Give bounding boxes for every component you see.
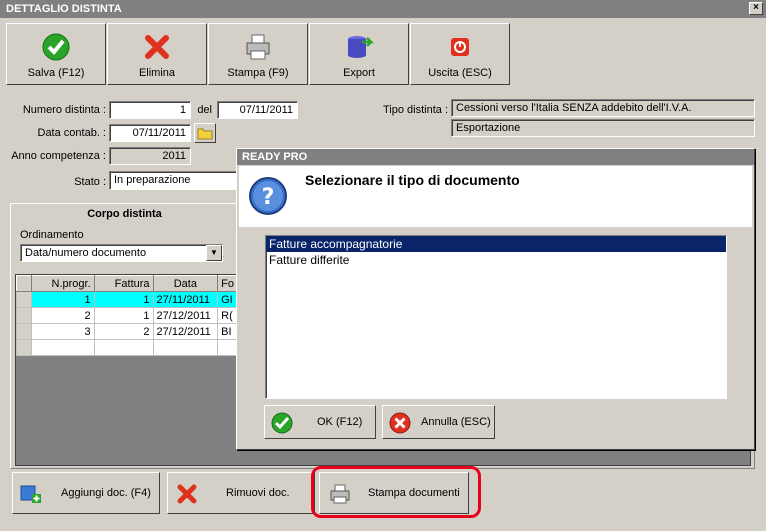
save-label: Salva (F12) xyxy=(27,67,85,79)
exit-button[interactable]: Uscita (ESC) xyxy=(410,23,510,85)
tipo-field-2: Esportazione xyxy=(451,119,755,137)
stato-select[interactable]: In preparazione xyxy=(109,171,239,190)
export-button[interactable]: Export xyxy=(309,23,409,85)
cancel-icon xyxy=(389,412,411,434)
cell-fattura[interactable]: 1 xyxy=(93,307,154,324)
dialog-header: ? Selezionare il tipo di documento xyxy=(239,166,752,227)
tipo-field-1: Cessioni verso l'Italia SENZA addebito d… xyxy=(451,99,755,117)
question-icon: ? xyxy=(249,177,287,215)
data-contab-label: Data contab. : xyxy=(37,127,107,139)
power-icon xyxy=(451,38,469,56)
cell-nprogr[interactable]: 2 xyxy=(30,307,95,324)
add-document-button[interactable]: Aggiungi doc. (F4) xyxy=(12,472,160,514)
anno-field: 2011 xyxy=(109,147,191,165)
table-row[interactable]: 1 1 27/11/2011 GI xyxy=(16,291,238,308)
ordinamento-label: Ordinamento xyxy=(20,229,84,241)
numero-field[interactable]: 1 xyxy=(109,101,191,119)
cell-fo[interactable]: R( xyxy=(217,307,238,324)
chevron-down-icon[interactable]: ▼ xyxy=(206,245,222,261)
printer-icon xyxy=(246,34,270,60)
stato-label: Stato : xyxy=(74,176,106,188)
folder-icon xyxy=(197,128,213,140)
col-data[interactable]: Data xyxy=(152,275,219,292)
ordinamento-select[interactable]: Data/numero documento ▼ xyxy=(20,244,223,262)
delete-label: Elimina xyxy=(138,67,176,79)
calendar-button[interactable] xyxy=(194,123,216,143)
cancel-button[interactable]: Annulla (ESC) xyxy=(382,405,495,439)
document-type-list[interactable]: Fatture accompagnatorie Fatture differit… xyxy=(265,235,727,399)
col-fattura[interactable]: Fattura xyxy=(93,275,154,292)
cell-fo[interactable]: GI xyxy=(217,291,238,308)
del-date-field[interactable]: 07/11/2011 xyxy=(217,101,298,119)
cell-fattura[interactable]: 2 xyxy=(93,323,154,340)
remove-x-icon xyxy=(177,484,197,504)
cell-fattura[interactable]: 1 xyxy=(93,291,154,308)
exit-label: Uscita (ESC) xyxy=(428,67,492,79)
delete-button[interactable]: Elimina xyxy=(107,23,207,85)
remove-document-label: Rimuovi doc. xyxy=(226,487,290,499)
save-button[interactable]: Salva (F12) xyxy=(6,23,106,85)
ok-button[interactable]: OK (F12) xyxy=(264,405,376,439)
database-export-icon xyxy=(348,36,374,58)
callout-highlight xyxy=(311,466,481,518)
corpo-title: Corpo distinta xyxy=(87,208,162,220)
col-nprogr[interactable]: N.progr. xyxy=(30,275,95,292)
check-icon xyxy=(42,33,70,61)
add-document-icon xyxy=(20,485,41,503)
close-button[interactable]: × xyxy=(749,2,763,15)
table-row-empty[interactable] xyxy=(16,339,238,356)
cell-data[interactable]: 27/12/2011 xyxy=(152,307,219,324)
remove-document-button[interactable]: Rimuovi doc. xyxy=(167,472,315,514)
anno-label: Anno competenza : xyxy=(11,150,106,162)
row-header-corner xyxy=(16,275,32,292)
list-item[interactable]: Fatture differite xyxy=(266,252,726,268)
print-button[interactable]: Stampa (F9) xyxy=(208,23,308,85)
ok-label: OK (F12) xyxy=(317,416,363,428)
cell-nprogr[interactable]: 1 xyxy=(30,291,95,308)
numero-label: Numero distinta : xyxy=(22,104,106,116)
cell-data[interactable]: 27/11/2011 xyxy=(152,291,219,308)
document-type-dialog: READY PRO ? Selezionare il tipo di docum… xyxy=(236,148,755,450)
table-row[interactable]: 2 1 27/12/2011 R( xyxy=(16,307,238,324)
ordinamento-value: Data/numero documento xyxy=(25,247,147,259)
cell-fo[interactable]: BI xyxy=(217,323,238,340)
print-label: Stampa (F9) xyxy=(227,67,289,79)
add-document-label: Aggiungi doc. (F4) xyxy=(61,487,151,499)
cancel-label: Annulla (ESC) xyxy=(421,416,491,428)
cell-data[interactable]: 27/12/2011 xyxy=(152,323,219,340)
data-contab-field[interactable]: 07/11/2011 xyxy=(109,124,191,142)
svg-text:?: ? xyxy=(262,185,275,210)
dialog-title: READY PRO xyxy=(237,149,754,165)
cell-nprogr[interactable]: 3 xyxy=(30,323,95,340)
window-title: DETTAGLIO DISTINTA xyxy=(6,3,122,15)
window-titlebar: DETTAGLIO DISTINTA × xyxy=(0,0,766,18)
export-label: Export xyxy=(343,67,375,79)
del-label: del xyxy=(197,104,212,116)
delete-x-icon xyxy=(145,35,169,59)
check-icon xyxy=(271,412,293,434)
tipo-label: Tipo distinta : xyxy=(382,104,448,116)
dialog-question: Selezionare il tipo di documento xyxy=(305,172,520,188)
table-row[interactable]: 3 2 27/12/2011 BI xyxy=(16,323,238,340)
col-fo[interactable]: Fo xyxy=(217,275,238,292)
documents-table: N.progr. Fattura Data Fo 1 1 27/11/2011 … xyxy=(16,275,238,356)
list-item[interactable]: Fatture accompagnatorie xyxy=(266,236,726,252)
